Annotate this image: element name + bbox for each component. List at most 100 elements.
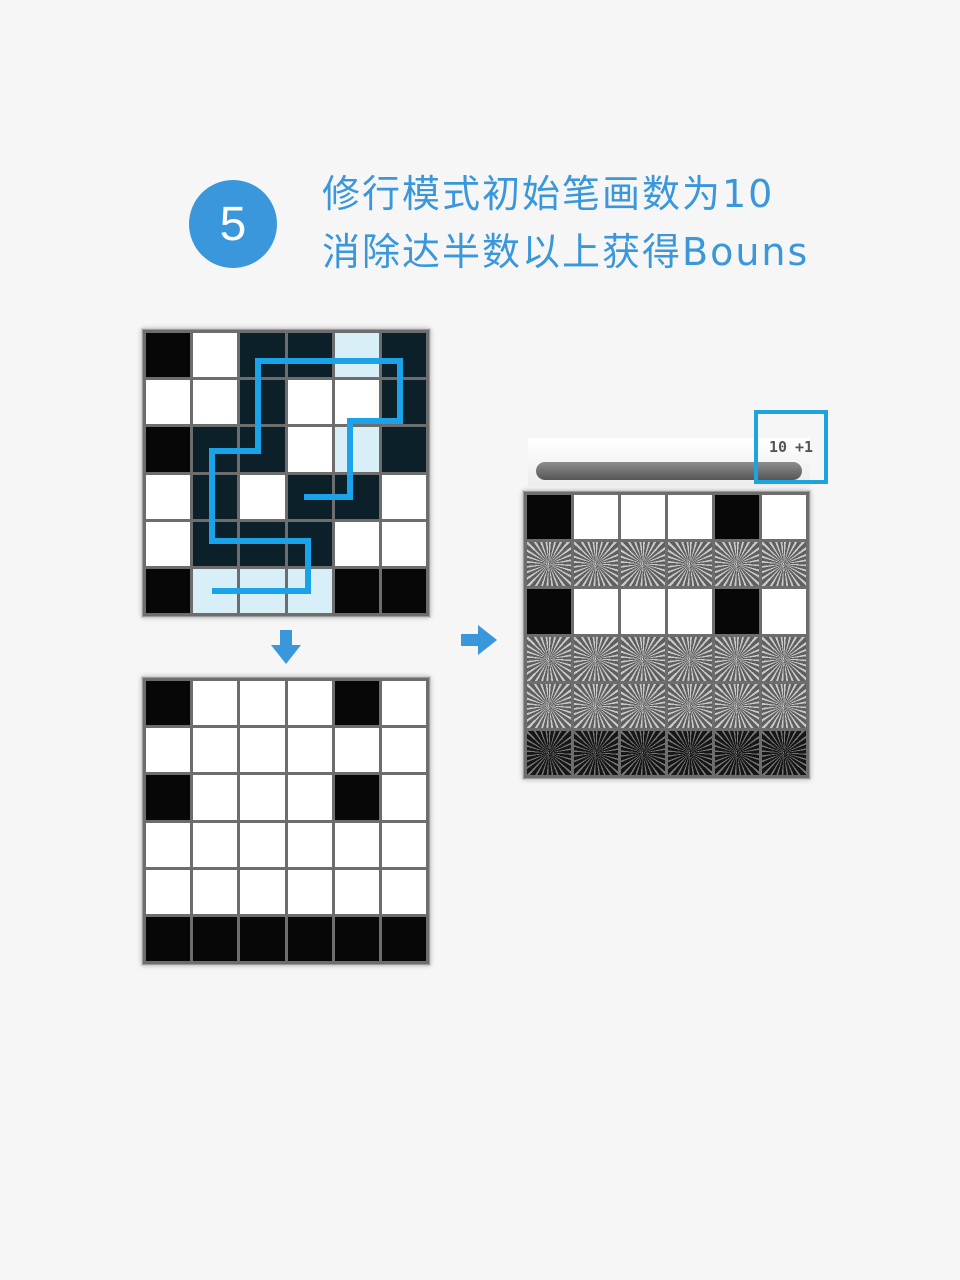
cleared-cell[interactable] [715,683,759,728]
white-cell[interactable] [193,333,238,378]
cleared-cell[interactable] [762,636,806,681]
cleared-cell[interactable] [527,683,571,728]
white-cell[interactable] [240,822,285,867]
path-cell[interactable] [240,380,285,425]
white-cell[interactable] [287,728,332,773]
white-cell[interactable] [240,681,285,726]
board-before[interactable] [142,329,430,617]
white-cell[interactable] [146,822,191,867]
cleared-cell[interactable] [715,542,759,587]
white-cell[interactable] [193,822,238,867]
cleared-cell[interactable] [668,683,712,728]
white-cell[interactable] [381,728,426,773]
cleared-cell[interactable] [574,542,618,587]
white-cell[interactable] [287,380,332,425]
white-cell[interactable] [668,495,712,540]
black-cell[interactable] [527,495,571,540]
white-cell[interactable] [287,822,332,867]
white-cell[interactable] [381,869,426,914]
white-cell[interactable] [381,474,426,519]
path-cell[interactable] [193,474,238,519]
white-cell[interactable] [668,589,712,634]
black-cell[interactable] [715,495,759,540]
white-cell[interactable] [287,775,332,820]
black-cell[interactable] [287,916,332,961]
path-end-cell[interactable] [334,427,379,472]
cleared-dark-cell[interactable] [527,730,571,775]
path-cell[interactable] [334,474,379,519]
white-cell[interactable] [381,521,426,566]
white-cell[interactable] [574,589,618,634]
white-cell[interactable] [240,728,285,773]
path-cell[interactable] [240,427,285,472]
white-cell[interactable] [574,495,618,540]
white-cell[interactable] [240,775,285,820]
cleared-cell[interactable] [621,683,665,728]
cleared-cell[interactable] [527,636,571,681]
black-cell[interactable] [193,916,238,961]
path-end-cell[interactable] [287,568,332,613]
white-cell[interactable] [146,869,191,914]
path-cell[interactable] [240,333,285,378]
black-cell[interactable] [146,916,191,961]
white-cell[interactable] [193,380,238,425]
cleared-cell[interactable] [527,542,571,587]
white-cell[interactable] [287,681,332,726]
path-end-cell[interactable] [193,568,238,613]
path-cell[interactable] [287,474,332,519]
white-cell[interactable] [193,728,238,773]
white-cell[interactable] [240,869,285,914]
white-cell[interactable] [193,681,238,726]
white-cell[interactable] [334,380,379,425]
path-cell[interactable] [381,333,426,378]
white-cell[interactable] [146,521,191,566]
cleared-cell[interactable] [621,542,665,587]
cleared-cell[interactable] [574,683,618,728]
white-cell[interactable] [334,822,379,867]
black-cell[interactable] [146,568,191,613]
white-cell[interactable] [240,474,285,519]
black-cell[interactable] [146,681,191,726]
cleared-dark-cell[interactable] [668,730,712,775]
white-cell[interactable] [287,869,332,914]
white-cell[interactable] [762,495,806,540]
white-cell[interactable] [287,427,332,472]
white-cell[interactable] [381,681,426,726]
white-cell[interactable] [381,822,426,867]
white-cell[interactable] [381,775,426,820]
cleared-cell[interactable] [621,636,665,681]
cleared-cell[interactable] [715,636,759,681]
path-cell[interactable] [287,521,332,566]
black-cell[interactable] [334,568,379,613]
white-cell[interactable] [193,869,238,914]
black-cell[interactable] [334,775,379,820]
path-end-cell[interactable] [240,568,285,613]
black-cell[interactable] [240,916,285,961]
path-cell[interactable] [381,380,426,425]
cleared-cell[interactable] [574,636,618,681]
path-cell[interactable] [193,427,238,472]
cleared-dark-cell[interactable] [621,730,665,775]
black-cell[interactable] [381,916,426,961]
white-cell[interactable] [146,728,191,773]
white-cell[interactable] [762,589,806,634]
black-cell[interactable] [146,427,191,472]
cleared-dark-cell[interactable] [574,730,618,775]
cleared-dark-cell[interactable] [715,730,759,775]
white-cell[interactable] [334,869,379,914]
board-after[interactable] [142,677,430,965]
white-cell[interactable] [334,521,379,566]
path-end-cell[interactable] [334,333,379,378]
black-cell[interactable] [334,681,379,726]
black-cell[interactable] [146,775,191,820]
path-cell[interactable] [287,333,332,378]
black-cell[interactable] [146,333,191,378]
cleared-cell[interactable] [762,542,806,587]
cleared-cell[interactable] [668,542,712,587]
black-cell[interactable] [715,589,759,634]
path-cell[interactable] [193,521,238,566]
path-cell[interactable] [381,427,426,472]
white-cell[interactable] [193,775,238,820]
white-cell[interactable] [146,380,191,425]
cleared-dark-cell[interactable] [762,730,806,775]
